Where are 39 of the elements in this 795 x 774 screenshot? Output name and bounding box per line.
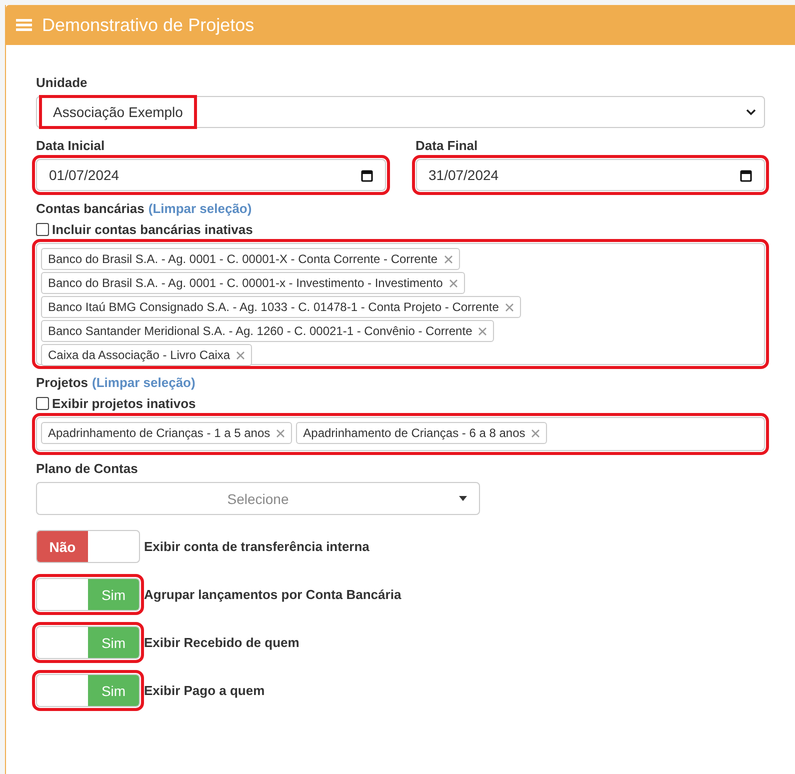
tag-label: Banco Santander Meridional S.A. - Ag. 1260 - C. 00021-1 - Convênio - Corrente xyxy=(48,324,472,338)
checkbox-label: Incluir contas bancárias inativas xyxy=(52,222,253,237)
menu-icon[interactable] xyxy=(16,18,32,32)
caret-icon xyxy=(459,496,467,501)
tag-label: Apadrinhamento de Crianças - 1 a 5 anos xyxy=(48,426,270,440)
unit-select[interactable]: Associação Exemplo xyxy=(36,96,765,128)
account-plan-select[interactable]: Selecione xyxy=(36,482,480,515)
checkbox-label: Exibir projetos inativos xyxy=(52,396,196,411)
tag-label: Banco do Brasil S.A. - Ag. 0001 - C. 00001-x - Investimento - Investimento xyxy=(48,276,443,290)
tag-label: Caixa da Associação - Livro Caixa xyxy=(48,348,230,362)
toggle-label: Agrupar lançamentos por Conta Bancária xyxy=(144,587,402,602)
chevron-icon xyxy=(746,108,756,116)
tag-label: Banco do Brasil S.A. - Ag. 0001 - C. 00001-X - Conta Corrente - Corrente xyxy=(48,252,438,266)
field-label: Contas bancárias xyxy=(36,201,144,216)
field-label: Projetos xyxy=(36,375,88,390)
tag-label: Apadrinhamento de Crianças - 6 a 8 anos xyxy=(303,426,526,440)
toggle-label: Exibir conta de transferência interna xyxy=(144,539,370,554)
toggle-switch[interactable]: Não xyxy=(36,530,140,563)
remove-icon[interactable] xyxy=(448,278,458,288)
calendar-icon[interactable] xyxy=(360,168,372,182)
calendar-icon[interactable] xyxy=(740,168,752,182)
toggle-label: Exibir Pago a quem xyxy=(144,683,265,698)
remove-icon[interactable] xyxy=(276,428,286,438)
remove-icon[interactable] xyxy=(444,254,453,264)
field-label: Data Final xyxy=(416,138,479,153)
remove-icon[interactable] xyxy=(504,302,514,312)
remove-icon[interactable] xyxy=(236,350,246,360)
panel-title: Demonstrativo de Projetos xyxy=(42,14,254,36)
remove-icon[interactable] xyxy=(531,428,540,438)
field-label: Data Inicial xyxy=(36,138,106,153)
field-label: Unidade xyxy=(36,75,88,90)
tag-label: Banco Itaú BMG Consignado S.A. - Ag. 1033 - C. 01478-1 - Conta Projeto - Corrente xyxy=(48,300,499,314)
remove-icon[interactable] xyxy=(478,326,488,336)
clear-selection-link[interactable]: (Limpar seleção) xyxy=(92,375,196,390)
clear-selection-link[interactable]: (Limpar seleção) xyxy=(148,201,252,216)
field-label: Plano de Contas xyxy=(36,461,139,476)
checkbox[interactable] xyxy=(36,223,49,236)
checkbox[interactable] xyxy=(36,397,49,410)
toggle-label: Exibir Recebido de quem xyxy=(144,635,300,650)
